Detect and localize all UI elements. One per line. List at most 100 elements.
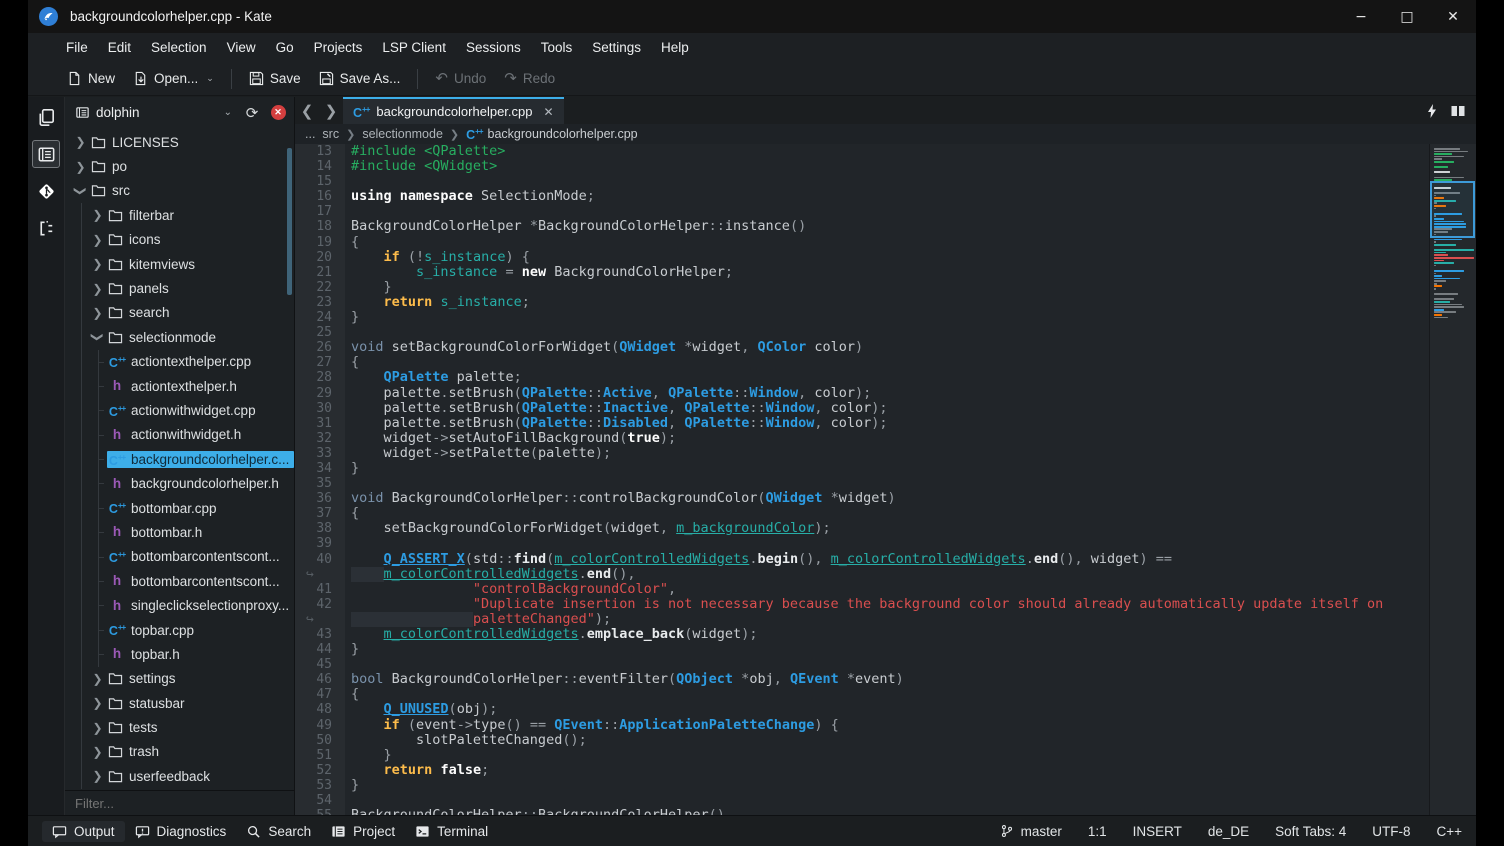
code-line[interactable]: return s_instance;	[345, 295, 1429, 310]
menu-edit[interactable]: Edit	[98, 33, 141, 62]
code-line[interactable]: bool BackgroundColorHelper::eventFilter(…	[345, 672, 1429, 687]
code-line[interactable]: m_colorControlledWidgets.emplace_back(wi…	[345, 627, 1429, 642]
terminal-button[interactable]: Terminal	[405, 821, 498, 842]
project-close-button[interactable]: ✕	[268, 103, 288, 123]
code-line[interactable]: {	[345, 355, 1429, 370]
tree-item-bottombarcontentscont-[interactable]: C++bottombarcontentscont...	[65, 545, 294, 569]
code-line[interactable]: paletteChanged");	[345, 612, 1429, 627]
code-line[interactable]	[345, 536, 1429, 551]
tree-item-trash[interactable]: ❯trash	[65, 740, 294, 764]
language-status[interactable]: C++	[1436, 824, 1462, 839]
chevron-collapsed-icon[interactable]: ❯	[90, 306, 105, 320]
code-line[interactable]: widget->setPalette(palette);	[345, 446, 1429, 461]
insert-mode-status[interactable]: INSERT	[1133, 824, 1182, 839]
tree-item-bottombar-cpp[interactable]: C++bottombar.cpp	[65, 496, 294, 520]
code-line[interactable]: palette.setBrush(QPalette::Inactive, QPa…	[345, 401, 1429, 416]
project-selector[interactable]: dolphin ⌄	[71, 103, 236, 122]
code-line[interactable]: QPalette palette;	[345, 370, 1429, 385]
code-line[interactable]: "Duplicate insertion is not necessary be…	[345, 597, 1429, 612]
code-line[interactable]: palette.setBrush(QPalette::Active, QPale…	[345, 386, 1429, 401]
sidebar-symbols-button[interactable]	[32, 214, 60, 242]
tree-item-actionwithwidget-cpp[interactable]: C++actionwithwidget.cpp	[65, 398, 294, 422]
chevron-expanded-icon[interactable]: ❯	[74, 183, 88, 198]
undo-button[interactable]: ↶ Undo	[426, 67, 495, 90]
sidebar-projects-button[interactable]	[32, 140, 60, 168]
chevron-collapsed-icon[interactable]: ❯	[90, 672, 105, 686]
sidebar-git-button[interactable]	[32, 177, 60, 205]
encoding-status[interactable]: UTF-8	[1372, 824, 1410, 839]
breadcrumb-item[interactable]: src	[322, 127, 339, 141]
code-line[interactable]: }	[345, 748, 1429, 763]
tab-backgroundcolorhelper[interactable]: C++ backgroundcolorhelper.cpp ✕	[343, 97, 564, 124]
tree-item-tests[interactable]: ❯tests	[65, 715, 294, 739]
code-line[interactable]: }	[345, 280, 1429, 295]
tree-item-topbar-h[interactable]: htopbar.h	[65, 642, 294, 666]
open-button[interactable]: Open... ⌄	[124, 67, 223, 90]
split-view-icon[interactable]	[1450, 103, 1466, 119]
tree-item-licenses[interactable]: ❯LICENSES	[65, 130, 294, 154]
menu-sessions[interactable]: Sessions	[456, 33, 531, 62]
menu-settings[interactable]: Settings	[582, 33, 651, 62]
code-line[interactable]: m_colorControlledWidgets.end(),	[345, 567, 1429, 582]
tree-item-actiontexthelper-h[interactable]: hactiontexthelper.h	[65, 374, 294, 398]
open-dropdown-chevron[interactable]: ⌄	[206, 73, 214, 84]
code-line[interactable]: #include <QPalette>	[345, 144, 1429, 159]
tree-item-selectionmode[interactable]: ❯selectionmode	[65, 325, 294, 349]
tree-item-userfeedback[interactable]: ❯userfeedback	[65, 764, 294, 788]
tree-scrollbar[interactable]	[287, 148, 292, 295]
code-line[interactable]: palette.setBrush(QPalette::Disabled, QPa…	[345, 416, 1429, 431]
code-line[interactable]	[345, 174, 1429, 189]
output-button[interactable]: Output	[42, 821, 125, 842]
close-button[interactable]: ✕	[1430, 0, 1476, 33]
breadcrumb-file[interactable]: C++ backgroundcolorhelper.cpp	[466, 126, 637, 141]
tabs-status[interactable]: Soft Tabs: 4	[1275, 824, 1346, 839]
code-line[interactable]	[345, 657, 1429, 672]
tree-item-bottombarcontentscont-[interactable]: hbottombarcontentscont...	[65, 569, 294, 593]
tree-item-backgroundcolorhelper-h[interactable]: hbackgroundcolorhelper.h	[65, 471, 294, 495]
code-line[interactable]: {	[345, 687, 1429, 702]
tab-close-icon[interactable]: ✕	[539, 105, 553, 119]
code-line[interactable]: }	[345, 642, 1429, 657]
chevron-collapsed-icon[interactable]: ❯	[90, 233, 105, 247]
code-line[interactable]	[345, 476, 1429, 491]
filter-input[interactable]	[65, 796, 294, 811]
maximize-button[interactable]: □	[1384, 0, 1430, 33]
code-line[interactable]: }	[345, 461, 1429, 476]
new-button[interactable]: New	[58, 67, 124, 90]
code-line[interactable]	[345, 325, 1429, 340]
code-line[interactable]: void BackgroundColorHelper::controlBackg…	[345, 491, 1429, 506]
chevron-collapsed-icon[interactable]: ❯	[90, 282, 105, 296]
tree-item-filterbar[interactable]: ❯filterbar	[65, 203, 294, 227]
save-as-button[interactable]: Save As...	[310, 67, 410, 90]
quick-open-lightning-icon[interactable]	[1424, 103, 1440, 119]
code-line[interactable]: if (!s_instance) {	[345, 250, 1429, 265]
code-line[interactable]: s_instance = new BackgroundColorHelper;	[345, 265, 1429, 280]
chevron-collapsed-icon[interactable]: ❯	[90, 721, 105, 735]
tree-item-icons[interactable]: ❯icons	[65, 228, 294, 252]
git-branch-status[interactable]: master	[1000, 824, 1062, 839]
project-refresh-button[interactable]: ⟳	[242, 103, 262, 123]
code-line[interactable]: slotPaletteChanged();	[345, 733, 1429, 748]
tree-item-search[interactable]: ❯search	[65, 301, 294, 325]
code-line[interactable]: using namespace SelectionMode;	[345, 189, 1429, 204]
menu-projects[interactable]: Projects	[304, 33, 373, 62]
code-line[interactable]: widget->setAutoFillBackground(true);	[345, 431, 1429, 446]
code-line[interactable]: }	[345, 778, 1429, 793]
tree-item-actiontexthelper-cpp[interactable]: C++actiontexthelper.cpp	[65, 350, 294, 374]
tree-item-topbar-cpp[interactable]: C++topbar.cpp	[65, 618, 294, 642]
code-line[interactable]: BackgroundColorHelper::BackgroundColorHe…	[345, 808, 1429, 815]
minimize-button[interactable]: −	[1338, 0, 1384, 33]
chevron-collapsed-icon[interactable]: ❯	[90, 208, 105, 222]
tree-item-backgroundcolorhelper-c-[interactable]: C++backgroundcolorhelper.c...	[65, 447, 294, 471]
minimap-viewport[interactable]	[1430, 181, 1475, 238]
code-line[interactable]: BackgroundColorHelper *BackgroundColorHe…	[345, 219, 1429, 234]
tree-item-panels[interactable]: ❯panels	[65, 276, 294, 300]
minimap-scrollbar[interactable]	[1429, 144, 1476, 815]
code-line[interactable]: Q_UNUSED(obj);	[345, 702, 1429, 717]
menu-lsp-client[interactable]: LSP Client	[372, 33, 456, 62]
code-line[interactable]	[345, 204, 1429, 219]
tree-item-src[interactable]: ❯src	[65, 179, 294, 203]
chevron-collapsed-icon[interactable]: ❯	[90, 745, 105, 759]
code-line[interactable]: }	[345, 310, 1429, 325]
code-line[interactable]: void setBackgroundColorForWidget(QWidget…	[345, 340, 1429, 355]
